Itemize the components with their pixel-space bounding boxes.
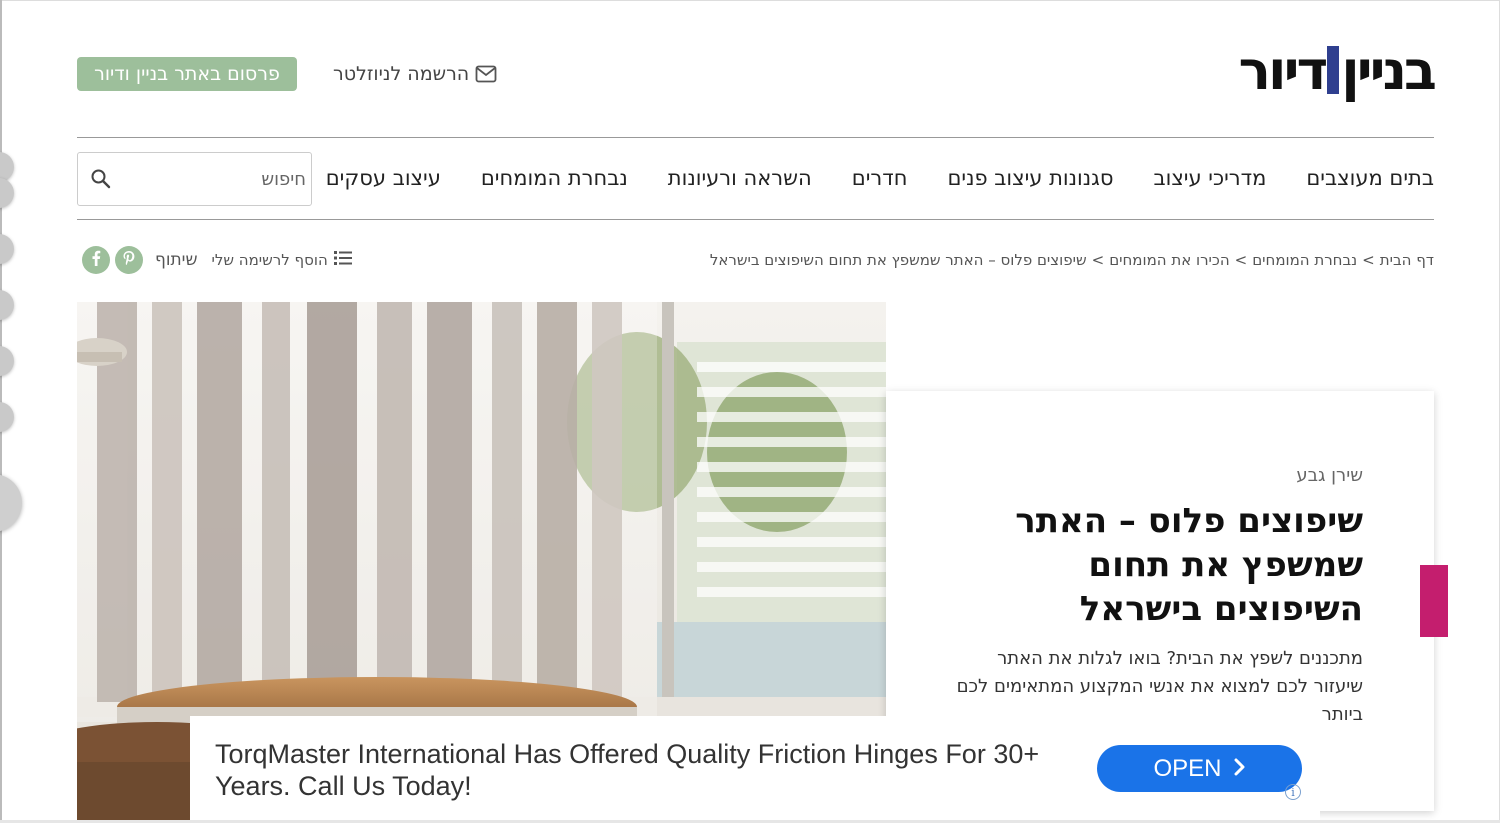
nav-item-designed-homes[interactable]: בתים מעוצבים bbox=[1306, 166, 1434, 190]
search-icon[interactable] bbox=[90, 168, 112, 194]
breadcrumb: דף הבית>נבחרת המומחים>הכירו את המומחים>ש… bbox=[710, 251, 1434, 269]
nav-item-rooms[interactable]: חדרים bbox=[852, 166, 908, 190]
nav-item-experts[interactable]: נבחרת המומחים bbox=[481, 166, 628, 190]
main-nav: בתים מעוצבים מדריכי עיצוב סגנונות עיצוב … bbox=[326, 166, 1434, 190]
rail-mail-icon[interactable] bbox=[0, 346, 14, 376]
rail-facebook-icon[interactable] bbox=[0, 178, 14, 208]
breadcrumb-separator: > bbox=[1362, 251, 1375, 269]
logo-word-right: בניין bbox=[1341, 39, 1437, 102]
advertise-button[interactable]: פרסום באתר בניין ודיור bbox=[77, 57, 297, 91]
nav-item-inspiration[interactable]: השראה ורעיונות bbox=[668, 166, 812, 190]
article-author[interactable]: שירן גבע bbox=[1296, 465, 1363, 486]
logo-divider-bar bbox=[1327, 46, 1340, 94]
nav-item-interior-styles[interactable]: סגנונות עיצוב פנים bbox=[947, 166, 1113, 190]
ad-info-icon[interactable]: i bbox=[1285, 784, 1301, 800]
newsletter-link[interactable]: הרשמה לניוזלטר bbox=[333, 63, 497, 85]
search-input[interactable] bbox=[126, 159, 306, 199]
ad-open-button[interactable]: OPEN bbox=[1097, 745, 1302, 792]
share-label: שיתוף bbox=[155, 250, 198, 270]
add-to-list-label: הוסף לרשימה שלי bbox=[211, 251, 328, 269]
nav-item-design-guides[interactable]: מדריכי עיצוב bbox=[1153, 166, 1266, 190]
add-to-list-button[interactable]: הוסף לרשימה שלי bbox=[212, 250, 352, 270]
pinterest-share-button[interactable] bbox=[115, 246, 143, 274]
pinterest-icon bbox=[122, 250, 136, 270]
breadcrumb-experts[interactable]: נבחרת המומחים bbox=[1252, 251, 1357, 269]
newsletter-label: הרשמה לניוזלטר bbox=[333, 63, 470, 85]
article-title: שיפוצים פלוס – האתר שמשפץ את תחום השיפוצ… bbox=[1015, 501, 1363, 629]
breadcrumb-separator: > bbox=[1091, 251, 1105, 269]
nav-item-business-design[interactable]: עיצוב עסקים bbox=[326, 166, 441, 190]
rail-list-icon[interactable] bbox=[0, 402, 14, 432]
article-excerpt: מתכננים לשפץ את הבית? בואו לגלות את האתר… bbox=[956, 648, 1363, 721]
breadcrumb-current: שיפוצים פלוס – האתר שמשפץ את תחום השיפוצ… bbox=[709, 251, 1087, 269]
article-tools: הוסף לרשימה שלי שיתוף bbox=[77, 246, 352, 274]
breadcrumb-separator: > bbox=[1234, 251, 1248, 269]
rail-toggle-button[interactable] bbox=[0, 474, 22, 532]
ad-banner[interactable]: TorqMaster International Has Offered Qua… bbox=[190, 716, 1320, 820]
window-top-border bbox=[0, 0, 1500, 1]
list-icon bbox=[333, 250, 352, 270]
breadcrumb-meet-experts[interactable]: הכירו את המומחים bbox=[1109, 251, 1229, 269]
floating-social-rail bbox=[0, 152, 22, 532]
envelope-icon bbox=[475, 65, 497, 83]
nav-top-divider bbox=[77, 137, 1434, 138]
facebook-icon bbox=[91, 250, 101, 270]
ad-open-label: OPEN bbox=[1153, 754, 1222, 782]
logo-word-left: דיור bbox=[1238, 39, 1329, 102]
ad-headline[interactable]: TorqMaster International Has Offered Qua… bbox=[215, 738, 1045, 802]
site-logo[interactable]: בניין דיור bbox=[1238, 39, 1437, 102]
chevron-right-icon bbox=[1234, 755, 1246, 783]
side-feedback-tab[interactable] bbox=[1420, 565, 1448, 637]
rail-whatsapp-icon[interactable] bbox=[0, 290, 14, 320]
breadcrumb-home[interactable]: דף הבית bbox=[1380, 251, 1434, 269]
rail-pinterest-icon[interactable] bbox=[0, 234, 14, 264]
nav-bottom-divider bbox=[77, 219, 1434, 220]
search-box bbox=[77, 152, 312, 206]
facebook-share-button[interactable] bbox=[82, 246, 110, 274]
